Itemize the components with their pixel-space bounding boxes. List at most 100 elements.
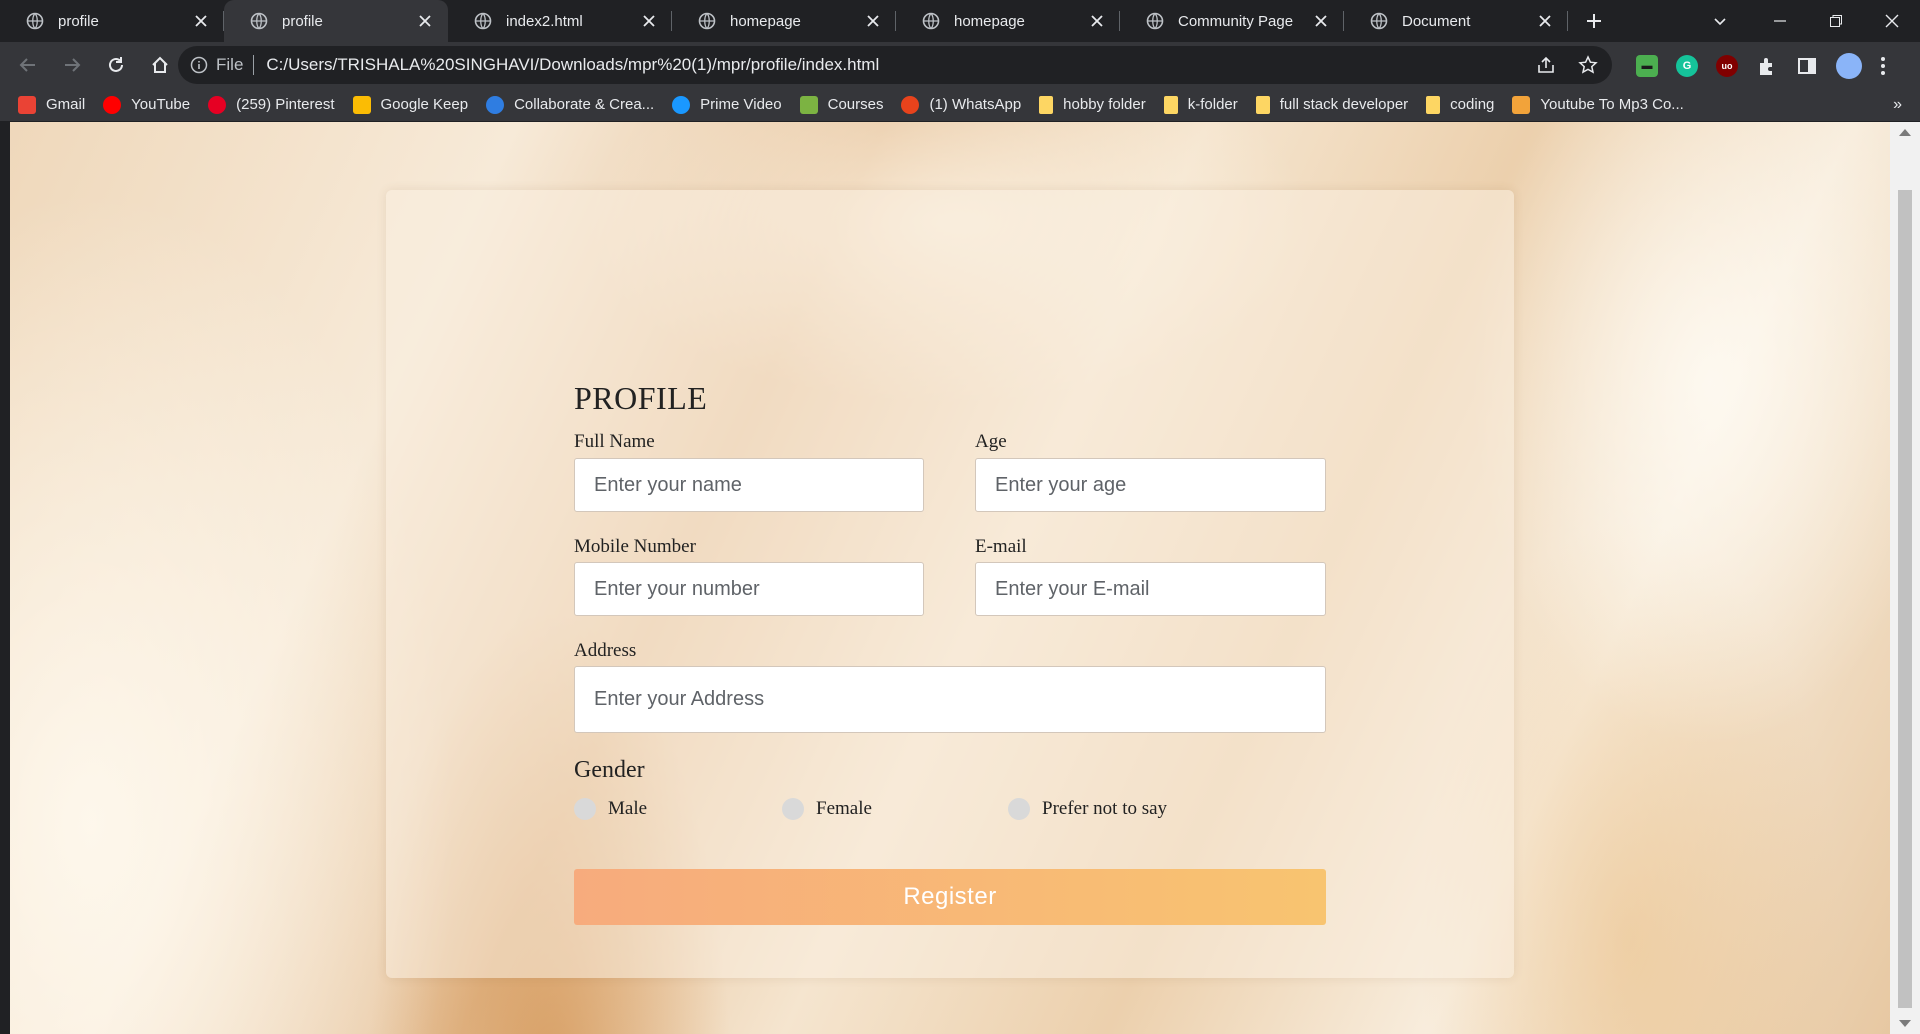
forward-button[interactable] <box>52 45 92 85</box>
extension-screen-icon[interactable]: ▬ <box>1636 55 1658 77</box>
share-icon[interactable] <box>1536 55 1556 75</box>
minimize-button[interactable] <box>1752 0 1808 42</box>
scroll-up-arrow-icon[interactable] <box>1899 129 1911 136</box>
grammarly-icon[interactable]: G <box>1676 55 1698 77</box>
tab-title: homepage <box>730 12 801 30</box>
bookmark-label: Collaborate & Crea... <box>514 96 655 113</box>
bookmark-item[interactable]: Prime Video <box>672 95 782 114</box>
new-tab-button[interactable] <box>1574 0 1614 42</box>
tab-search-button[interactable] <box>1700 0 1740 42</box>
window-controls <box>1752 0 1920 42</box>
bookmark-item[interactable]: (1) WhatsApp <box>901 95 1022 114</box>
globe-icon <box>698 12 716 30</box>
bookmark-item[interactable]: full stack developer <box>1255 95 1409 114</box>
age-input[interactable] <box>975 458 1326 512</box>
bookmark-label: (259) Pinterest <box>236 96 335 113</box>
info-icon[interactable] <box>190 56 208 74</box>
home-icon <box>152 56 168 73</box>
courses-icon <box>799 95 818 114</box>
tab-title: Community Page <box>1178 12 1294 30</box>
bookmark-item[interactable]: Youtube To Mp3 Co... <box>1512 95 1684 114</box>
ublock-icon[interactable]: uo <box>1716 55 1738 77</box>
youtube-icon <box>103 95 122 114</box>
folder-icon <box>1039 95 1054 114</box>
bookmark-item[interactable]: k-folder <box>1163 95 1238 114</box>
home-button[interactable] <box>140 45 180 85</box>
bookmark-label: Prime Video <box>700 96 782 113</box>
tab-title: homepage <box>954 12 1025 30</box>
close-icon <box>1885 14 1899 28</box>
close-tab-icon[interactable] <box>642 14 656 28</box>
menu-dots-icon[interactable] <box>1880 55 1886 77</box>
restore-button[interactable] <box>1808 0 1864 42</box>
profile-card: PROFILE Full Name Age Mobile Number E-ma… <box>386 190 1514 978</box>
omnibox-actions <box>1536 55 1598 75</box>
bookmark-star-icon[interactable] <box>1578 55 1598 75</box>
globe-icon <box>26 12 44 30</box>
browser-toolbar: File C:/Users/TRISHALA%20SINGHAVI/Downlo… <box>0 42 1920 88</box>
bookmarks-bar: Gmail YouTube (259) Pinterest Google Keep Co… <box>0 88 1920 122</box>
bookmark-label: (1) WhatsApp <box>929 96 1022 113</box>
tab-title: Document <box>1402 12 1471 30</box>
email-input[interactable] <box>975 562 1326 616</box>
url-text[interactable]: C:/Users/TRISHALA%20SINGHAVI/Downloads/m… <box>266 55 879 75</box>
tab-2[interactable]: profile <box>224 0 448 42</box>
address-bar[interactable]: File C:/Users/TRISHALA%20SINGHAVI/Downlo… <box>178 46 1612 84</box>
mobile-number-input[interactable] <box>574 562 924 616</box>
scroll-down-arrow-icon[interactable] <box>1899 1020 1911 1027</box>
close-tab-icon[interactable] <box>1314 14 1328 28</box>
tab-1[interactable]: profile <box>0 0 224 42</box>
bookmark-item[interactable]: Gmail <box>18 95 85 114</box>
close-tab-icon[interactable] <box>194 14 208 28</box>
gender-heading: Gender <box>574 757 645 783</box>
chevron-down-icon <box>1714 18 1726 26</box>
close-window-button[interactable] <box>1864 0 1920 42</box>
address-input[interactable] <box>574 666 1326 733</box>
tab-4[interactable]: homepage <box>672 0 896 42</box>
tab-3[interactable]: index2.html <box>448 0 672 42</box>
prime-video-icon <box>672 95 691 114</box>
bookmark-item[interactable]: coding <box>1426 95 1494 114</box>
close-tab-icon[interactable] <box>866 14 880 28</box>
radio-prefer-not[interactable] <box>1008 798 1030 820</box>
tab-5[interactable]: homepage <box>896 0 1120 42</box>
bookmark-item[interactable]: Collaborate & Crea... <box>486 95 655 114</box>
close-tab-icon[interactable] <box>418 14 432 28</box>
page-title: PROFILE <box>574 380 708 416</box>
more-bookmarks-button[interactable]: » <box>1893 96 1902 114</box>
scrollbar-thumb[interactable] <box>1898 190 1912 1008</box>
reload-button[interactable] <box>96 45 136 85</box>
folder-icon <box>1163 95 1178 114</box>
tab-strip: profile profile index2.html homepage homepag… <box>0 0 1920 42</box>
bookmark-label: Youtube To Mp3 Co... <box>1540 96 1684 113</box>
bookmark-label: full stack developer <box>1279 96 1409 113</box>
extensions-puzzle-icon[interactable] <box>1756 55 1778 77</box>
full-name-input[interactable] <box>574 458 924 512</box>
radio-female[interactable] <box>782 798 804 820</box>
radio-male[interactable] <box>574 798 596 820</box>
gender-option-female[interactable]: Female <box>782 798 872 820</box>
bookmark-item[interactable]: Google Keep <box>352 95 468 114</box>
close-tab-icon[interactable] <box>1538 14 1552 28</box>
profile-avatar-icon[interactable] <box>1836 53 1862 79</box>
bookmark-item[interactable]: (259) Pinterest <box>208 95 335 114</box>
extensions-area: ▬ G uo <box>1636 53 1886 79</box>
register-button[interactable]: Register <box>574 869 1326 925</box>
bookmark-item[interactable]: Courses <box>799 95 883 114</box>
side-panel-icon[interactable] <box>1796 55 1818 77</box>
globe-icon <box>474 12 492 30</box>
bookmark-item[interactable]: YouTube <box>103 95 190 114</box>
bookmark-item[interactable]: hobby folder <box>1039 95 1146 114</box>
tab-7[interactable]: Document <box>1344 0 1568 42</box>
back-button[interactable] <box>8 45 48 85</box>
gender-option-male[interactable]: Male <box>574 798 647 820</box>
tab-title: profile <box>282 12 323 30</box>
tab-separator <box>1567 11 1568 31</box>
close-tab-icon[interactable] <box>1090 14 1104 28</box>
mp3-converter-icon <box>1512 95 1531 114</box>
folder-icon <box>1426 95 1441 114</box>
globe-icon <box>922 12 940 30</box>
tab-6[interactable]: Community Page <box>1120 0 1344 42</box>
scrollbar[interactable] <box>1890 122 1920 1034</box>
gender-option-prefer-not[interactable]: Prefer not to say <box>1008 798 1167 820</box>
